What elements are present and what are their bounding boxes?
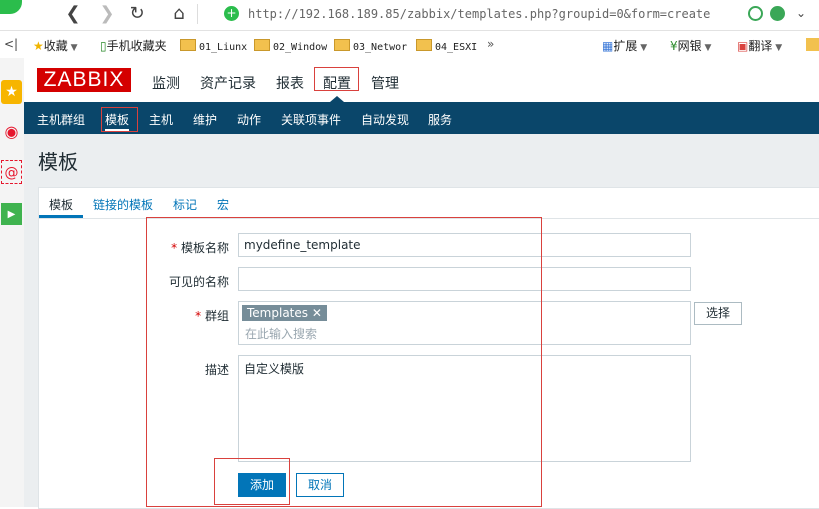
zabbix-header: ZABBIX 监测 资产记录 报表 配置 管理 [24,58,819,102]
folder-icon [416,39,432,51]
bookmark-folder-2[interactable]: 02_Window [254,39,327,53]
annotation-box-add [214,458,290,505]
overflow-icon[interactable] [806,38,819,51]
zabbix-subnav: 主机群组 模板 主机 维护 动作 关联项事件 自动发现 服务 [24,102,819,134]
tab-macros[interactable]: 宏 [217,196,229,213]
mail-icon[interactable]: @ [1,160,22,184]
browser-address-bar: ❮ ❯ ↻ ⌂ + http://192.168.189.85/zabbix/t… [0,0,819,31]
reload-icon[interactable]: ↻ [126,3,148,25]
bookmark-folder-3[interactable]: 03_Networ [334,39,407,53]
subnav-hosts[interactable]: 主机 [149,111,173,128]
video-icon[interactable]: ▶ [1,203,22,225]
sidebar-toggle-icon[interactable]: <| [4,37,18,51]
subnav-host-groups[interactable]: 主机群组 [37,111,85,128]
weibo-icon[interactable]: ◉ [1,120,22,144]
extensions-button[interactable]: ▦扩展 ▼ [602,37,647,54]
bookmarks-bar: <| ★收藏 ▼ ▯手机收藏夹 01_Liunx 02_Window 03_Ne… [0,31,819,59]
phone-icon: ▯ [100,39,107,53]
page-title: 模板 [38,150,78,174]
home-icon[interactable]: ⌂ [168,3,190,25]
browser-sidebar: ★ ◉ @ ▶ [0,58,25,507]
leaf-ext-icon[interactable] [770,6,785,21]
translate-icon: ▣ [737,39,749,53]
netbank-button[interactable]: ¥网银 ▼ [670,37,711,54]
annotation-box-form [146,217,542,507]
bookmark-folder-1[interactable]: 01_Liunx [180,39,247,53]
bookmark-favorites[interactable]: ★收藏 ▼ [33,37,78,54]
refresh-ext-icon[interactable] [748,6,763,21]
star-icon: ★ [33,39,44,53]
divider [197,4,198,24]
folder-icon [254,39,270,51]
bookmark-mobile[interactable]: ▯手机收藏夹 [100,37,167,54]
tab-tags[interactable]: 标记 [173,196,197,213]
annotation-box-templates [101,107,138,132]
subnav-actions[interactable]: 动作 [237,111,261,128]
back-icon[interactable]: ❮ [62,3,84,25]
translate-button[interactable]: ▣翻译 ▼ [737,37,782,54]
subnav-event-correlation[interactable]: 关联项事件 [281,111,341,128]
menu-administration[interactable]: 管理 [371,73,399,93]
bookmark-folder-4[interactable]: 04_ESXI [416,39,477,53]
yen-icon: ¥ [670,39,678,53]
folder-icon [180,39,196,51]
forward-icon[interactable]: ❯ [96,3,118,25]
zabbix-logo[interactable]: ZABBIX [37,68,131,92]
favorites-star-icon[interactable]: ★ [1,80,22,104]
grid-icon: ▦ [602,39,614,53]
subnav-services[interactable]: 服务 [428,111,452,128]
tab-linked-templates[interactable]: 链接的模板 [93,196,153,213]
menu-inventory[interactable]: 资产记录 [200,73,256,93]
subnav-maintenance[interactable]: 维护 [193,111,217,128]
tab-template[interactable]: 模板 [49,196,73,213]
menu-monitoring[interactable]: 监测 [152,73,180,93]
select-group-button[interactable]: 选择 [694,302,742,325]
folder-icon [334,39,350,51]
subnav-discovery[interactable]: 自动发现 [361,111,409,128]
url-field[interactable]: http://192.168.189.85/zabbix/templates.p… [248,7,710,21]
annotation-box-config [314,67,359,91]
menu-reports[interactable]: 报表 [276,73,304,93]
more-bookmarks-button[interactable]: » [487,37,494,51]
dropdown-icon[interactable]: ⌄ [793,4,809,22]
browser-logo-icon [0,0,22,14]
secure-shield-icon: + [224,6,239,21]
